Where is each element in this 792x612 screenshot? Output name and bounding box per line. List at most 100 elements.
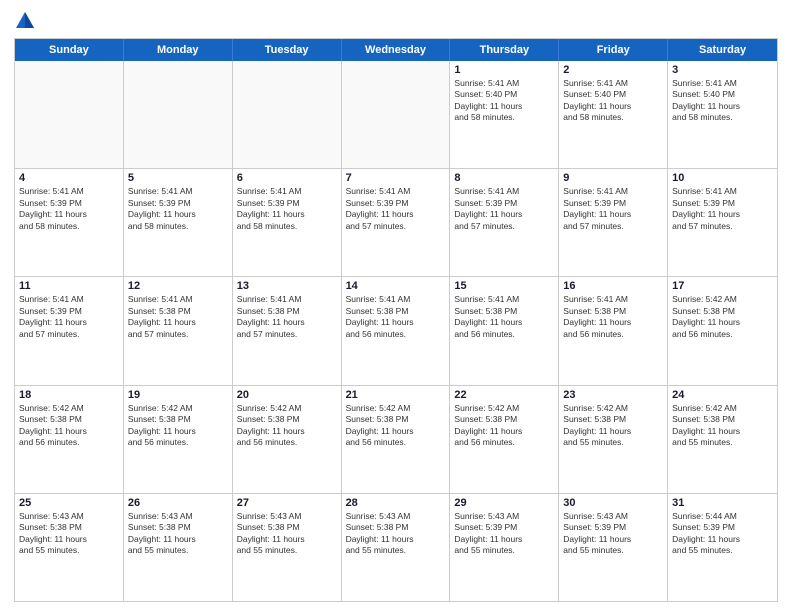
calendar-cell-day-18: 18 Sunrise: 5:42 AM Sunset: 5:38 PM Dayli… xyxy=(15,386,124,493)
calendar-cell-day-4: 4 Sunrise: 5:41 AM Sunset: 5:39 PM Daylig… xyxy=(15,169,124,276)
calendar-cell-day-13: 13 Sunrise: 5:41 AM Sunset: 5:38 PM Dayli… xyxy=(233,277,342,384)
day-number: 8 xyxy=(454,172,554,184)
day-number: 15 xyxy=(454,280,554,292)
cell-daylight-info: Sunrise: 5:44 AM Sunset: 5:39 PM Dayligh… xyxy=(672,511,773,557)
cell-daylight-info: Sunrise: 5:42 AM Sunset: 5:38 PM Dayligh… xyxy=(672,403,773,449)
header xyxy=(14,10,778,32)
calendar-header: SundayMondayTuesdayWednesdayThursdayFrid… xyxy=(15,39,777,61)
day-number: 11 xyxy=(19,280,119,292)
day-number: 24 xyxy=(672,389,773,401)
cell-daylight-info: Sunrise: 5:41 AM Sunset: 5:39 PM Dayligh… xyxy=(237,186,337,232)
calendar-cell-day-3: 3 Sunrise: 5:41 AM Sunset: 5:40 PM Daylig… xyxy=(668,61,777,168)
day-number: 13 xyxy=(237,280,337,292)
calendar-cell-day-8: 8 Sunrise: 5:41 AM Sunset: 5:39 PM Daylig… xyxy=(450,169,559,276)
day-number: 25 xyxy=(19,497,119,509)
cell-daylight-info: Sunrise: 5:41 AM Sunset: 5:39 PM Dayligh… xyxy=(19,294,119,340)
calendar-cell-day-19: 19Sunrise: 5:42 AM Sunset: 5:38 PM Dayli… xyxy=(124,386,233,493)
cell-daylight-info: Sunrise: 5:43 AM Sunset: 5:38 PM Dayligh… xyxy=(237,511,337,557)
calendar-container: SundayMondayTuesdayWednesdayThursdayFrid… xyxy=(0,0,792,612)
calendar-cell-day-17: 17 Sunrise: 5:42 AM Sunset: 5:38 PM Dayli… xyxy=(668,277,777,384)
calendar-cell-day-10: 10 Sunrise: 5:41 AM Sunset: 5:39 PM Dayli… xyxy=(668,169,777,276)
calendar-cell-day-9: 9 Sunrise: 5:41 AM Sunset: 5:39 PM Daylig… xyxy=(559,169,668,276)
day-number: 23 xyxy=(563,389,663,401)
cell-daylight-info: Sunrise: 5:43 AM Sunset: 5:39 PM Dayligh… xyxy=(454,511,554,557)
cell-daylight-info: Sunrise: 5:42 AM Sunset: 5:38 PM Dayligh… xyxy=(128,403,228,449)
cell-daylight-info: Sunrise: 5:41 AM Sunset: 5:39 PM Dayligh… xyxy=(346,186,446,232)
calendar-cell-day-5: 5 Sunrise: 5:41 AM Sunset: 5:39 PM Daylig… xyxy=(124,169,233,276)
cell-daylight-info: Sunrise: 5:41 AM Sunset: 5:39 PM Dayligh… xyxy=(19,186,119,232)
calendar-cell-day-30: 30Sunrise: 5:43 AM Sunset: 5:39 PM Dayli… xyxy=(559,494,668,601)
day-number: 14 xyxy=(346,280,446,292)
day-number: 10 xyxy=(672,172,773,184)
cell-daylight-info: Sunrise: 5:41 AM Sunset: 5:38 PM Dayligh… xyxy=(237,294,337,340)
day-number: 4 xyxy=(19,172,119,184)
cell-daylight-info: Sunrise: 5:41 AM Sunset: 5:39 PM Dayligh… xyxy=(563,186,663,232)
calendar-row-4: 25 Sunrise: 5:43 AM Sunset: 5:38 PM Dayli… xyxy=(15,493,777,601)
cell-daylight-info: Sunrise: 5:43 AM Sunset: 5:38 PM Dayligh… xyxy=(128,511,228,557)
cell-daylight-info: Sunrise: 5:42 AM Sunset: 5:38 PM Dayligh… xyxy=(454,403,554,449)
day-number: 3 xyxy=(672,64,773,76)
day-number: 21 xyxy=(346,389,446,401)
calendar-cell-day-27: 27 Sunrise: 5:43 AM Sunset: 5:38 PM Dayli… xyxy=(233,494,342,601)
cell-daylight-info: Sunrise: 5:41 AM Sunset: 5:39 PM Dayligh… xyxy=(128,186,228,232)
calendar-cell-day-16: 16 Sunrise: 5:41 AM Sunset: 5:38 PM Dayli… xyxy=(559,277,668,384)
cell-daylight-info: Sunrise: 5:42 AM Sunset: 5:38 PM Dayligh… xyxy=(672,294,773,340)
calendar-cell-day-11: 11 Sunrise: 5:41 AM Sunset: 5:39 PM Dayli… xyxy=(15,277,124,384)
cell-daylight-info: Sunrise: 5:41 AM Sunset: 5:38 PM Dayligh… xyxy=(128,294,228,340)
day-number: 12 xyxy=(128,280,228,292)
day-number: 18 xyxy=(19,389,119,401)
weekday-header-saturday: Saturday xyxy=(668,39,777,61)
calendar-cell-day-26: 26 Sunrise: 5:43 AM Sunset: 5:38 PM Dayli… xyxy=(124,494,233,601)
cell-daylight-info: Sunrise: 5:42 AM Sunset: 5:38 PM Dayligh… xyxy=(237,403,337,449)
day-number: 5 xyxy=(128,172,228,184)
calendar-cell-day-28: 28 Sunrise: 5:43 AM Sunset: 5:38 PM Dayli… xyxy=(342,494,451,601)
calendar-cell-empty xyxy=(342,61,451,168)
weekday-header-monday: Monday xyxy=(124,39,233,61)
weekday-header-sunday: Sunday xyxy=(15,39,124,61)
weekday-header-wednesday: Wednesday xyxy=(342,39,451,61)
day-number: 26 xyxy=(128,497,228,509)
cell-daylight-info: Sunrise: 5:43 AM Sunset: 5:38 PM Dayligh… xyxy=(19,511,119,557)
cell-daylight-info: Sunrise: 5:42 AM Sunset: 5:38 PM Dayligh… xyxy=(563,403,663,449)
cell-daylight-info: Sunrise: 5:43 AM Sunset: 5:38 PM Dayligh… xyxy=(346,511,446,557)
cell-daylight-info: Sunrise: 5:41 AM Sunset: 5:39 PM Dayligh… xyxy=(672,186,773,232)
cell-daylight-info: Sunrise: 5:42 AM Sunset: 5:38 PM Dayligh… xyxy=(346,403,446,449)
calendar-cell-day-20: 20 Sunrise: 5:42 AM Sunset: 5:38 PM Dayli… xyxy=(233,386,342,493)
calendar-cell-day-12: 12 Sunrise: 5:41 AM Sunset: 5:38 PM Dayli… xyxy=(124,277,233,384)
calendar-cell-day-15: 15 Sunrise: 5:41 AM Sunset: 5:38 PM Dayli… xyxy=(450,277,559,384)
day-number: 16 xyxy=(563,280,663,292)
day-number: 22 xyxy=(454,389,554,401)
cell-daylight-info: Sunrise: 5:41 AM Sunset: 5:39 PM Dayligh… xyxy=(454,186,554,232)
calendar-row-2: 11 Sunrise: 5:41 AM Sunset: 5:39 PM Dayli… xyxy=(15,276,777,384)
calendar-cell-day-7: 7 Sunrise: 5:41 AM Sunset: 5:39 PM Daylig… xyxy=(342,169,451,276)
calendar-cell-day-22: 22 Sunrise: 5:42 AM Sunset: 5:38 PM Dayli… xyxy=(450,386,559,493)
calendar-cell-day-31: 31 Sunrise: 5:44 AM Sunset: 5:39 PM Dayli… xyxy=(668,494,777,601)
day-number: 9 xyxy=(563,172,663,184)
cell-daylight-info: Sunrise: 5:42 AM Sunset: 5:38 PM Dayligh… xyxy=(19,403,119,449)
day-number: 7 xyxy=(346,172,446,184)
day-number: 6 xyxy=(237,172,337,184)
cell-daylight-info: Sunrise: 5:41 AM Sunset: 5:38 PM Dayligh… xyxy=(454,294,554,340)
calendar-cell-day-25: 25 Sunrise: 5:43 AM Sunset: 5:38 PM Dayli… xyxy=(15,494,124,601)
day-number: 31 xyxy=(672,497,773,509)
cell-daylight-info: Sunrise: 5:41 AM Sunset: 5:40 PM Dayligh… xyxy=(454,78,554,124)
day-number: 2 xyxy=(563,64,663,76)
weekday-header-tuesday: Tuesday xyxy=(233,39,342,61)
cell-daylight-info: Sunrise: 5:41 AM Sunset: 5:40 PM Dayligh… xyxy=(672,78,773,124)
day-number: 1 xyxy=(454,64,554,76)
day-number: 20 xyxy=(237,389,337,401)
calendar-cell-day-14: 14 Sunrise: 5:41 AM Sunset: 5:38 PM Dayli… xyxy=(342,277,451,384)
cell-daylight-info: Sunrise: 5:41 AM Sunset: 5:38 PM Dayligh… xyxy=(563,294,663,340)
cell-daylight-info: Sunrise: 5:43 AM Sunset: 5:39 PM Dayligh… xyxy=(563,511,663,557)
day-number: 28 xyxy=(346,497,446,509)
calendar-cell-empty xyxy=(233,61,342,168)
calendar-cell-day-29: 29Sunrise: 5:43 AM Sunset: 5:39 PM Dayli… xyxy=(450,494,559,601)
day-number: 27 xyxy=(237,497,337,509)
cell-daylight-info: Sunrise: 5:41 AM Sunset: 5:38 PM Dayligh… xyxy=(346,294,446,340)
calendar-cell-day-21: 21 Sunrise: 5:42 AM Sunset: 5:38 PM Dayli… xyxy=(342,386,451,493)
calendar-cell-day-1: 1 Sunrise: 5:41 AM Sunset: 5:40 PM Daylig… xyxy=(450,61,559,168)
day-number: 17 xyxy=(672,280,773,292)
calendar-cell-day-6: 6 Sunrise: 5:41 AM Sunset: 5:39 PM Daylig… xyxy=(233,169,342,276)
calendar-cell-empty xyxy=(124,61,233,168)
calendar: SundayMondayTuesdayWednesdayThursdayFrid… xyxy=(14,38,778,602)
